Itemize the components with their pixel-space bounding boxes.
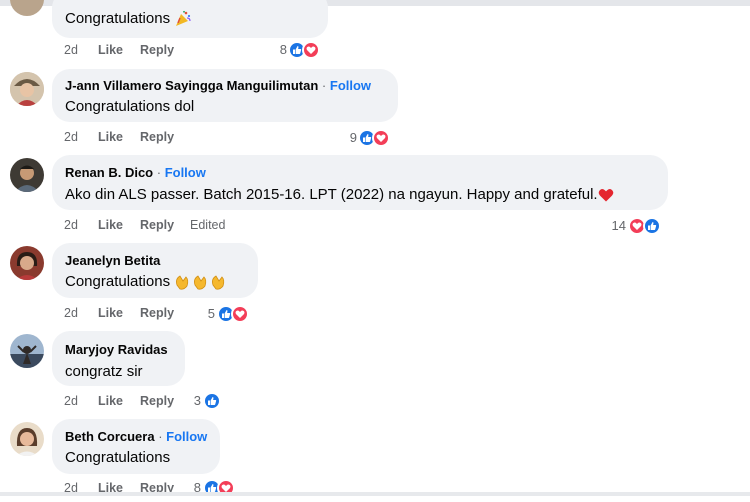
reaction-summary[interactable]: 5 <box>200 305 260 323</box>
love-reaction-icon <box>372 129 390 147</box>
avatar[interactable] <box>10 422 44 456</box>
comment-bubble: Congratulations <box>52 0 328 38</box>
comment-text: congratz sir <box>65 363 143 380</box>
reaction-count: 5 <box>207 306 215 321</box>
comment-text: Congratulations <box>65 449 171 466</box>
party-popper-icon <box>176 10 191 27</box>
reaction-count: 8 <box>279 42 287 57</box>
profile-photo-icon <box>10 72 44 106</box>
comment-text: Ako din ALS passer. Batch 2015-16. LPT (… <box>65 186 598 203</box>
timestamp-link[interactable]: 2d <box>64 43 78 57</box>
profile-photo-icon <box>10 158 44 192</box>
reaction-count: 3 <box>193 393 201 408</box>
reply-button[interactable]: Reply <box>140 43 174 57</box>
timestamp-link[interactable]: 2d <box>64 130 78 144</box>
follow-button[interactable]: Follow <box>166 429 207 444</box>
timestamp-link[interactable]: 2d <box>64 218 78 232</box>
like-button[interactable]: Like <box>98 306 123 320</box>
comment-text: Congratulations dol <box>65 98 195 115</box>
avatar[interactable] <box>10 334 44 368</box>
reply-button[interactable]: Reply <box>140 130 174 144</box>
avatar[interactable] <box>10 158 44 192</box>
like-button[interactable]: Like <box>98 218 123 232</box>
comment-author[interactable]: Maryjoy Ravidas <box>65 342 168 357</box>
avatar[interactable] <box>10 246 44 280</box>
avatar[interactable] <box>10 0 44 16</box>
comment-bubble: Jeanelyn Betita Congratulations <box>52 243 258 298</box>
reaction-summary[interactable]: 9 <box>340 129 400 147</box>
like-button[interactable]: Like <box>98 130 123 144</box>
comment-text: Congratulations <box>65 10 171 27</box>
like-button[interactable]: Like <box>98 394 123 408</box>
follow-button[interactable]: Follow <box>165 165 206 180</box>
comment-bubble: Renan B. Dico · Follow Ako din ALS passe… <box>52 155 668 210</box>
comment-author[interactable]: J-ann Villamero Sayingga Manguilimutan <box>65 78 318 93</box>
reply-button[interactable]: Reply <box>140 218 174 232</box>
reaction-summary[interactable]: 8 <box>270 41 330 59</box>
like-button[interactable]: Like <box>98 43 123 57</box>
comment-bubble: Maryjoy Ravidas congratz sir <box>52 331 185 386</box>
profile-photo-icon <box>10 246 44 280</box>
comment-bubble: Beth Corcuera · Follow Congratulations <box>52 419 220 474</box>
comment-text: Congratulations <box>65 273 171 290</box>
avatar[interactable] <box>10 72 44 106</box>
timestamp-link[interactable]: 2d <box>64 306 78 320</box>
profile-photo-icon <box>10 334 44 368</box>
comment-author[interactable]: Beth Corcuera <box>65 429 155 444</box>
like-reaction-icon <box>203 392 221 410</box>
bottom-divider <box>0 492 750 496</box>
reaction-summary[interactable]: 3 <box>186 392 231 410</box>
comment-bubble: J-ann Villamero Sayingga Manguilimutan ·… <box>52 69 398 122</box>
like-reaction-icon <box>643 217 661 235</box>
red-heart-icon <box>598 189 613 202</box>
reaction-summary[interactable]: 14 <box>602 217 672 235</box>
reply-button[interactable]: Reply <box>140 394 174 408</box>
reaction-count: 9 <box>349 130 357 145</box>
comment-author[interactable]: Jeanelyn Betita <box>65 253 160 268</box>
profile-photo-icon <box>10 422 44 456</box>
reply-button[interactable]: Reply <box>140 306 174 320</box>
love-reaction-icon <box>231 305 249 323</box>
edited-label: Edited <box>190 218 226 232</box>
love-reaction-icon <box>302 41 320 59</box>
timestamp-link[interactable]: 2d <box>64 394 78 408</box>
comment-author[interactable]: Renan B. Dico <box>65 165 153 180</box>
follow-button[interactable]: Follow <box>330 78 371 93</box>
clapping-hands-icon <box>176 275 225 290</box>
reaction-count: 14 <box>611 218 626 233</box>
